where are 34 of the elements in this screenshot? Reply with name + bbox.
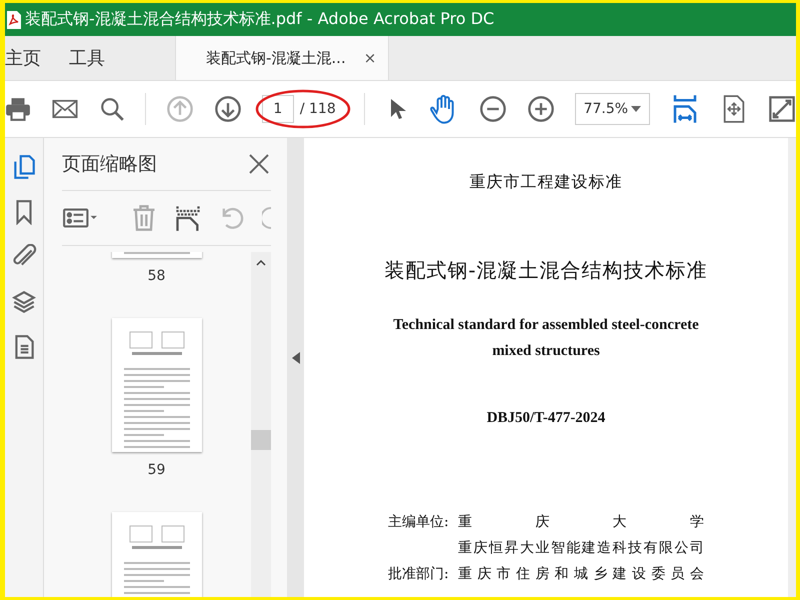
page-label: 58 <box>148 268 166 284</box>
full-screen-icon[interactable] <box>768 95 796 123</box>
page-number-field[interactable]: 1 <box>262 95 294 123</box>
document-header: 重庆市工程建设标准 <box>470 172 622 193</box>
zoom-in-icon[interactable] <box>526 95 555 123</box>
standard-code: DBJ50/T-477-2024 <box>486 410 606 427</box>
credit-value: 重庆恒昇大业智能建造科技有限公司 <box>458 539 704 557</box>
panel-title: 页面缩略图 <box>62 152 157 177</box>
zoom-dropdown[interactable]: 77.5% <box>574 93 650 125</box>
print-icon[interactable] <box>5 96 31 122</box>
document-title: 装配式钢-混凝土混合结构技术标准 <box>384 257 708 284</box>
caret-icon <box>631 106 641 112</box>
extract-page-icon[interactable] <box>174 204 202 232</box>
close-icon[interactable] <box>247 152 271 176</box>
nav-tab[interactable]: 工具 <box>69 36 105 80</box>
layers-icon[interactable] <box>11 289 37 315</box>
credit-label: 主编单位: <box>388 513 450 531</box>
credit-label: 批准部门: <box>388 565 450 583</box>
credit-value: 重 庆 市 住 房 和 城 乡 建 设 委 员 会 <box>458 565 704 583</box>
credit-value: 重 庆 大 学 <box>458 513 704 531</box>
search-icon[interactable] <box>99 96 125 122</box>
close-tab-button[interactable]: × <box>364 49 376 67</box>
document-tab[interactable]: 装配式钢-混凝土混... × <box>175 36 390 80</box>
scrollbar-thumb[interactable] <box>251 430 271 450</box>
collapse-arrow-icon[interactable] <box>292 352 300 364</box>
english-title: Technical standard for assembled steel-concrete mixed structures <box>392 316 700 361</box>
page-thumbnail[interactable] <box>112 318 202 452</box>
window-title: 装配式钢-混凝土混合结构技术标准.pdf - Adobe Acrobat Pro DC <box>25 9 494 30</box>
zoom-out-icon[interactable] <box>478 95 507 123</box>
scroll-up-icon[interactable] <box>256 260 266 266</box>
nav-tab[interactable]: 主页 <box>5 36 41 80</box>
page-total: / 118 <box>300 101 336 117</box>
page-label: 59 <box>148 462 166 478</box>
pdf-file-icon <box>7 10 21 28</box>
